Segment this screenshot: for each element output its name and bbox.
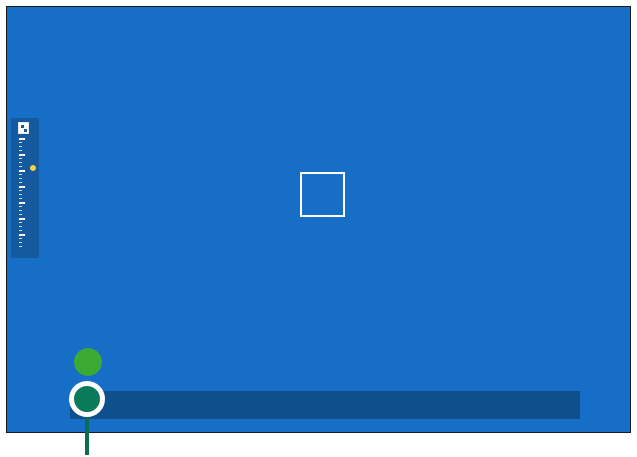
exposure-scale-tick	[19, 154, 25, 156]
pointer-stem	[85, 412, 89, 455]
exposure-scale-tick	[19, 174, 22, 175]
exposure-scale-tick	[19, 142, 22, 143]
exposure-scale-tick	[19, 202, 25, 204]
exposure-scale-tick	[19, 194, 22, 195]
exposure-scale-tick	[19, 234, 25, 236]
timeline-pointer-knob[interactable]	[69, 381, 105, 417]
exposure-scale-tick	[19, 182, 22, 183]
exposure-scale-tick	[19, 166, 22, 167]
focus-frame-icon	[300, 172, 345, 217]
exposure-compensation-icon	[18, 122, 29, 134]
exposure-scale-tick	[19, 178, 22, 179]
exposure-compensation-scale[interactable]	[11, 118, 39, 258]
exposure-scale-tick	[19, 198, 22, 199]
exposure-scale-tick	[19, 222, 22, 223]
exposure-scale-tick	[19, 162, 22, 163]
camera-viewfinder[interactable]	[6, 6, 631, 433]
exposure-scale-tick	[19, 230, 22, 231]
exposure-scale-tick	[19, 246, 22, 247]
exposure-scale-tick	[19, 218, 25, 220]
exposure-scale-tick	[19, 242, 22, 243]
exposure-scale-tick	[19, 186, 25, 188]
exposure-scale-tick	[19, 214, 22, 215]
exposure-scale-tick	[19, 190, 22, 191]
exposure-scale-tick	[19, 146, 22, 147]
exposure-scale-ticks	[17, 138, 33, 250]
exposure-scale-tick	[19, 158, 22, 159]
exposure-scale-tick	[19, 238, 22, 239]
exposure-scale-tick	[19, 210, 22, 211]
exposure-scale-tick	[19, 206, 22, 207]
status-indicator-dot	[74, 348, 102, 376]
timeline-track[interactable]	[70, 391, 580, 419]
exposure-scale-tick	[19, 226, 22, 227]
exposure-scale-tick	[19, 138, 25, 140]
exposure-scale-tick	[19, 150, 22, 151]
exposure-level-marker[interactable]	[30, 165, 36, 172]
exposure-scale-tick	[19, 170, 25, 172]
